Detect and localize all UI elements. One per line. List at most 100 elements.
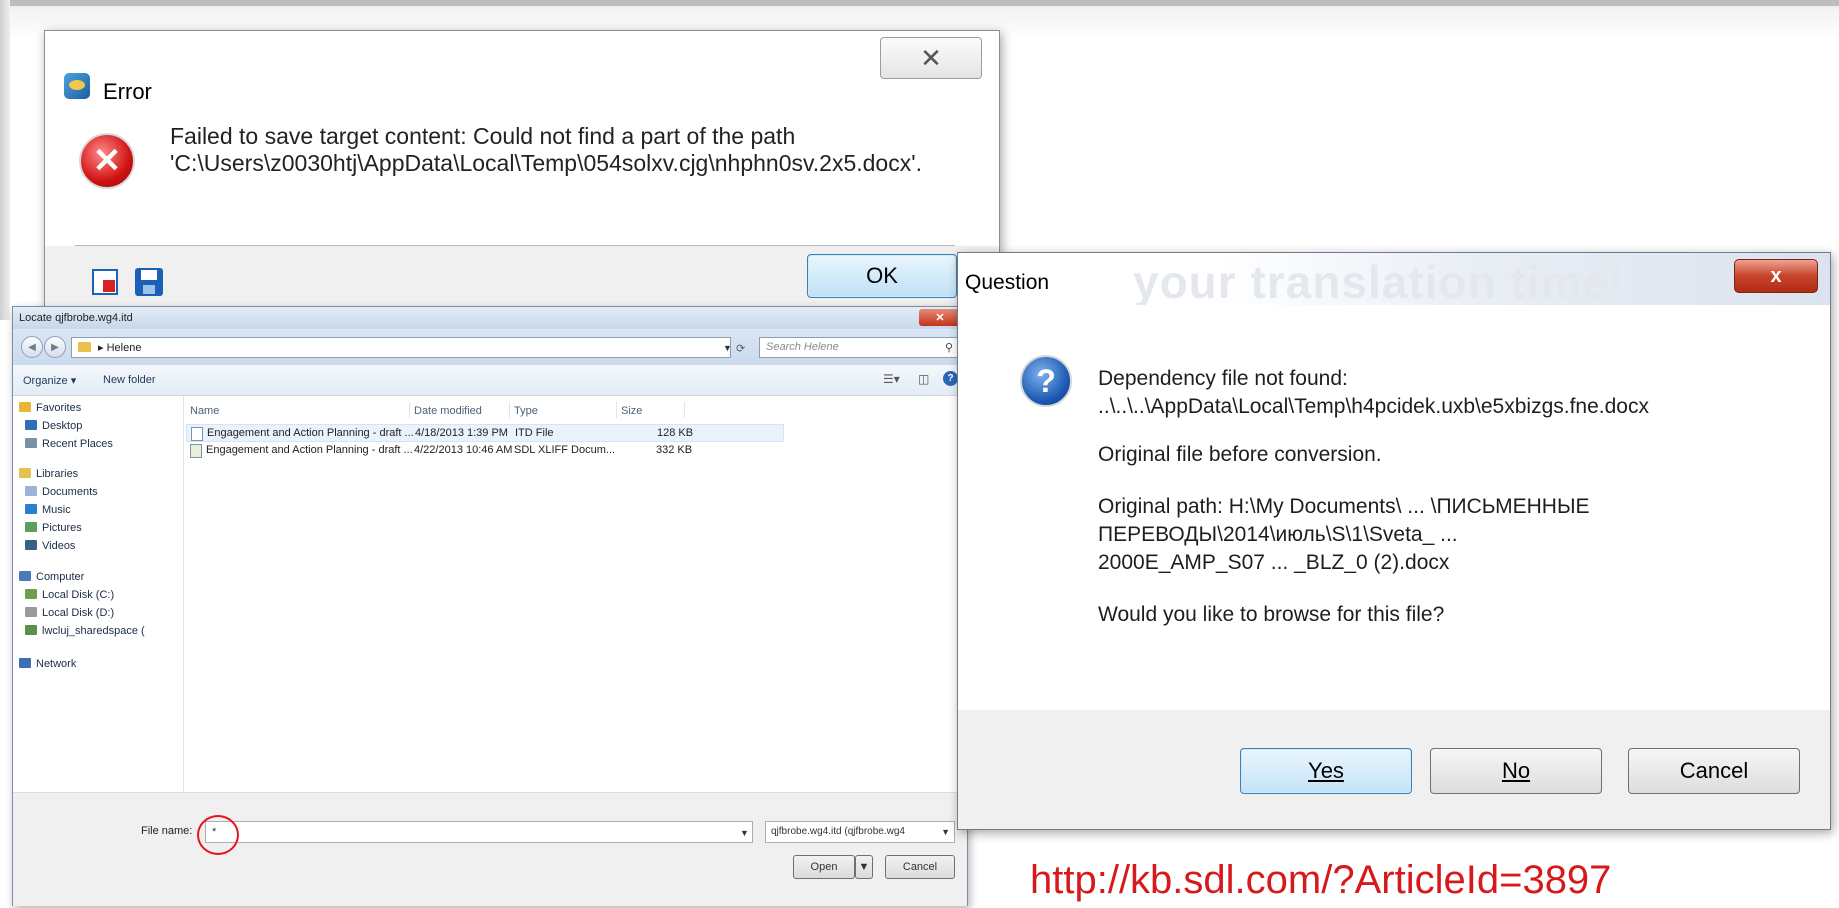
error-icon: ✕ bbox=[79, 133, 135, 189]
preview-pane-icon[interactable]: ◫ bbox=[918, 372, 929, 386]
search-placeholder: Search Helene bbox=[766, 341, 839, 353]
view-options-icon[interactable]: ☰▾ bbox=[883, 372, 900, 386]
file-name: Engagement and Action Planning - draft .… bbox=[207, 427, 414, 439]
sidebar-item-label: Music bbox=[42, 504, 71, 516]
file-date: 4/18/2013 1:39 PM bbox=[415, 427, 508, 439]
computer-icon bbox=[19, 571, 31, 581]
sidebar-item-label: Network bbox=[36, 658, 77, 670]
column-header-size[interactable]: Size bbox=[621, 405, 642, 417]
sidebar-item[interactable]: Documents bbox=[25, 486, 98, 500]
column-header-name[interactable]: Name bbox=[190, 405, 219, 417]
sidebar-item[interactable]: Desktop bbox=[25, 420, 82, 434]
question-dialog-titlebar[interactable]: your translation time! Question x bbox=[958, 253, 1830, 308]
question-dialog-footer: Yes No Cancel bbox=[958, 710, 1830, 829]
top-edge bbox=[0, 0, 1839, 6]
sidebar-item-label: Favorites bbox=[36, 402, 82, 414]
file-row[interactable]: Engagement and Action Planning - draft .… bbox=[186, 424, 784, 442]
close-icon: ✕ bbox=[920, 42, 942, 73]
sidebar-item[interactable]: Local Disk (C:) bbox=[25, 589, 114, 603]
file-icon bbox=[191, 427, 203, 441]
sidebar-item[interactable]: lwcluj_sharedspace ( bbox=[25, 625, 145, 639]
document-error-icon[interactable] bbox=[92, 269, 118, 295]
sidebar-item[interactable]: Recent Places bbox=[25, 438, 113, 452]
locate-file-dialog: Locate qjfbrobe.wg4.itd ✕ ◀ ▶ ▸ Helene ▼… bbox=[12, 306, 968, 906]
watermark-text: your translation time! bbox=[1133, 256, 1626, 308]
forward-button[interactable]: ▶ bbox=[44, 336, 66, 358]
sidebar-item[interactable]: Videos bbox=[25, 540, 75, 554]
file-type: SDL XLIFF Docum... bbox=[514, 444, 616, 456]
sidebar-item[interactable]: Music bbox=[25, 504, 71, 518]
yes-button-label: Yes bbox=[1308, 758, 1344, 783]
sidebar-item[interactable]: Pictures bbox=[25, 522, 82, 536]
desktop-icon bbox=[25, 420, 37, 430]
disk-icon bbox=[25, 607, 37, 617]
refresh-icon[interactable]: ⟳ bbox=[736, 342, 745, 355]
new-folder-button[interactable]: New folder bbox=[103, 374, 156, 386]
question-cancel-button[interactable]: Cancel bbox=[1628, 748, 1800, 794]
kb-article-url[interactable]: http://kb.sdl.com/?ArticleId=3897 bbox=[1030, 858, 1611, 903]
ok-button[interactable]: OK bbox=[807, 254, 957, 298]
no-button[interactable]: No bbox=[1430, 748, 1602, 794]
sidebar-item[interactable]: Local Disk (D:) bbox=[25, 607, 114, 621]
app-icon bbox=[64, 73, 90, 99]
file-name-input[interactable]: * bbox=[205, 821, 753, 843]
star-icon bbox=[19, 402, 31, 412]
file-dialog-toolbar: Organize ▾ New folder ☰▾ ◫ ? bbox=[13, 365, 967, 396]
file-dialog-bottom: File name: * ▼ qjfbrobe.wg4.itd (qjfbrob… bbox=[13, 792, 967, 906]
sidebar-item-label: Desktop bbox=[42, 420, 83, 432]
column-divider[interactable] bbox=[616, 402, 617, 418]
question-dialog: your translation time! Question x ? Depe… bbox=[957, 252, 1831, 830]
sidebar-item[interactable]: Network bbox=[19, 658, 76, 672]
close-button[interactable]: ✕ bbox=[880, 37, 982, 79]
no-button-label: No bbox=[1501, 758, 1531, 783]
column-header-date[interactable]: Date modified bbox=[414, 405, 482, 417]
address-dropdown-icon[interactable]: ▼ bbox=[723, 343, 732, 353]
address-bar[interactable]: ▸ Helene bbox=[71, 337, 731, 358]
sidebar-item[interactable]: Computer bbox=[19, 571, 84, 585]
sidebar-item[interactable]: Favorites bbox=[19, 402, 81, 416]
save-icon[interactable] bbox=[135, 268, 163, 296]
forward-arrow-icon: ▶ bbox=[51, 341, 59, 353]
column-divider[interactable] bbox=[509, 402, 510, 418]
column-divider[interactable] bbox=[684, 402, 685, 418]
sidebar-item[interactable]: Libraries bbox=[19, 468, 78, 482]
original-path-line2: ПЕРЕВОДЫ\2014\июль\S\1\Sveta_ ... bbox=[1098, 523, 1458, 546]
yes-button[interactable]: Yes bbox=[1240, 748, 1412, 794]
network-icon bbox=[19, 658, 31, 668]
browse-question: Would you like to browse for this file? bbox=[1098, 603, 1445, 626]
sidebar-item-label: Videos bbox=[42, 540, 76, 552]
file-dialog-cancel-button[interactable]: Cancel bbox=[885, 855, 955, 879]
open-dropdown-button[interactable]: ▼ bbox=[855, 855, 873, 879]
sidebar-item-label: Pictures bbox=[42, 522, 82, 534]
error-dialog-titlebar[interactable]: Error ✕ bbox=[45, 31, 999, 104]
file-name-label: File name: bbox=[141, 825, 193, 837]
network-drive-icon bbox=[25, 625, 37, 635]
back-arrow-icon: ◀ bbox=[28, 341, 36, 353]
organize-menu[interactable]: Organize ▾ bbox=[23, 374, 76, 387]
column-divider[interactable] bbox=[409, 402, 410, 418]
question-dialog-body: ? Dependency file not found: ..\..\..\Ap… bbox=[958, 305, 1830, 710]
file-name: Engagement and Action Planning - draft .… bbox=[206, 444, 413, 456]
question-close-button[interactable]: x bbox=[1734, 259, 1818, 293]
back-button[interactable]: ◀ bbox=[21, 336, 43, 358]
folder-icon bbox=[78, 342, 91, 352]
left-edge bbox=[0, 0, 10, 320]
close-icon: x bbox=[1770, 264, 1782, 287]
help-icon[interactable]: ? bbox=[943, 371, 958, 386]
error-dialog-body: ✕ Failed to save target content: Could n… bbox=[45, 101, 999, 315]
chevron-down-icon: ▼ bbox=[941, 827, 950, 837]
column-header-type[interactable]: Type bbox=[514, 405, 538, 417]
file-type-value: qjfbrobe.wg4.itd (qjfbrobe.wg4 bbox=[771, 826, 905, 837]
search-input[interactable]: Search Helene ⚲ bbox=[759, 337, 959, 358]
address-path: ▸ Helene bbox=[98, 342, 142, 354]
file-type-select[interactable]: qjfbrobe.wg4.itd (qjfbrobe.wg4 ▼ bbox=[765, 821, 955, 843]
file-list: Name Date modified Type Size Engagement … bbox=[184, 396, 967, 792]
file-dialog-close-button[interactable]: ✕ bbox=[919, 309, 961, 326]
sidebar-item-label: lwcluj_sharedspace ( bbox=[42, 625, 145, 637]
file-row[interactable]: Engagement and Action Planning - draft .… bbox=[186, 442, 784, 460]
file-name-dropdown-icon[interactable]: ▼ bbox=[740, 828, 749, 838]
cancel-button-label: Cancel bbox=[902, 861, 938, 873]
file-icon bbox=[190, 444, 202, 458]
file-dialog-titlebar[interactable]: Locate qjfbrobe.wg4.itd ✕ bbox=[13, 307, 967, 329]
open-button[interactable]: Open bbox=[793, 855, 855, 879]
